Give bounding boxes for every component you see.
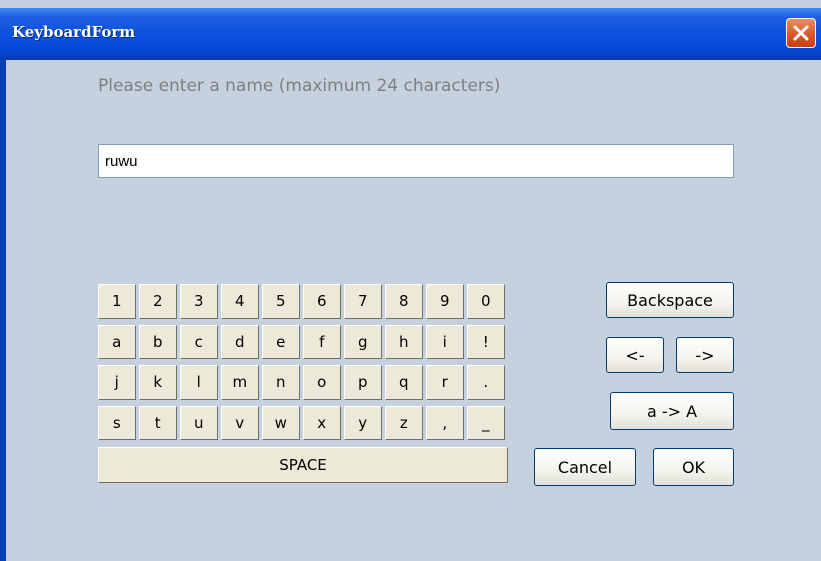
key-2-6[interactable]: p	[344, 365, 382, 400]
ok-button[interactable]: OK	[653, 448, 734, 486]
toggle-case-button[interactable]: a -> A	[610, 392, 734, 430]
space-key[interactable]: SPACE	[98, 447, 508, 483]
key-3-6[interactable]: y	[344, 405, 382, 440]
key-0-4[interactable]: 5	[262, 284, 300, 319]
key-3-3[interactable]: v	[221, 405, 259, 440]
key-2-4[interactable]: n	[262, 365, 300, 400]
key-1-2[interactable]: c	[180, 324, 218, 359]
cursor-left-button[interactable]: <-	[606, 337, 664, 373]
key-2-1[interactable]: k	[139, 365, 177, 400]
key-0-2[interactable]: 3	[180, 284, 218, 319]
key-1-9[interactable]: !	[467, 324, 505, 359]
key-3-5[interactable]: x	[303, 405, 341, 440]
key-2-2[interactable]: l	[180, 365, 218, 400]
key-1-5[interactable]: f	[303, 324, 341, 359]
key-0-7[interactable]: 8	[385, 284, 423, 319]
key-3-7[interactable]: z	[385, 405, 423, 440]
key-1-3[interactable]: d	[221, 324, 259, 359]
key-1-6[interactable]: g	[344, 324, 382, 359]
key-1-0[interactable]: a	[98, 324, 136, 359]
key-0-8[interactable]: 9	[426, 284, 464, 319]
key-1-7[interactable]: h	[385, 324, 423, 359]
key-0-9[interactable]: 0	[467, 284, 505, 319]
key-1-8[interactable]: i	[426, 324, 464, 359]
key-2-9[interactable]: .	[467, 365, 505, 400]
title-bar[interactable]: KeyboardForm	[0, 8, 821, 60]
keyboard-form-window: KeyboardForm Please enter a name (maximu…	[0, 0, 821, 561]
key-2-5[interactable]: o	[303, 365, 341, 400]
backspace-button[interactable]: Backspace	[606, 282, 734, 318]
name-input[interactable]	[98, 144, 734, 178]
key-3-9[interactable]: _	[467, 405, 505, 440]
cursor-right-button[interactable]: ->	[676, 337, 734, 373]
window-left-border	[0, 60, 6, 561]
key-0-5[interactable]: 6	[303, 284, 341, 319]
key-0-1[interactable]: 2	[139, 284, 177, 319]
key-2-3[interactable]: m	[221, 365, 259, 400]
close-icon	[793, 25, 809, 41]
key-3-4[interactable]: w	[262, 405, 300, 440]
key-1-1[interactable]: b	[139, 324, 177, 359]
key-3-1[interactable]: t	[139, 405, 177, 440]
key-2-0[interactable]: j	[98, 365, 136, 400]
key-3-8[interactable]: ,	[426, 405, 464, 440]
key-0-6[interactable]: 7	[344, 284, 382, 319]
key-0-3[interactable]: 4	[221, 284, 259, 319]
key-1-4[interactable]: e	[262, 324, 300, 359]
cancel-button[interactable]: Cancel	[534, 448, 636, 486]
key-0-0[interactable]: 1	[98, 284, 136, 319]
window-title: KeyboardForm	[12, 23, 136, 41]
key-2-8[interactable]: r	[426, 365, 464, 400]
prompt-label: Please enter a name (maximum 24 characte…	[98, 76, 501, 96]
key-3-0[interactable]: s	[98, 405, 136, 440]
close-button[interactable]	[786, 18, 816, 48]
key-2-7[interactable]: q	[385, 365, 423, 400]
key-3-2[interactable]: u	[180, 405, 218, 440]
